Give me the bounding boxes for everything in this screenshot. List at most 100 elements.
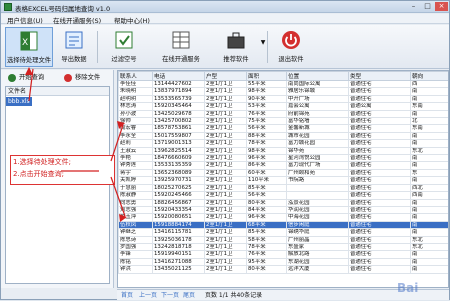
- play-icon: [8, 74, 16, 82]
- table-cell: 98平米: [246, 87, 287, 96]
- table-cell: 刘志强: [118, 205, 153, 215]
- table-row[interactable]: 李锋 15919940151 2室1厅1卫 76平米 解放北路 普通住宅南: [118, 250, 448, 259]
- table-row[interactable]: 周宏睿 18578753861 2室1厅1卫 56平米 金馨新城 普通住宅 东南: [118, 124, 448, 133]
- table-cell: 南: [410, 250, 448, 259]
- table-cell: 南: [410, 131, 448, 141]
- table-row[interactable]: 孙小波 13425029678 2室1厅1卫 76平米 府前锦苑 普通住宅南: [118, 109, 448, 119]
- table-cell: 伍秋凤: [118, 220, 153, 230]
- toolbar: X 选择待处理文件 导出数据 过滤空号 在线开通服务 推荐软件 ▼ 退出软件: [1, 25, 449, 69]
- table-row[interactable]: 朱晓明 13837971894 2室1厅1卫 98平米 雅居乐锦城 普通住宅南: [118, 87, 448, 96]
- table-cell: 远洋大厦: [286, 265, 349, 274]
- export-data-button[interactable]: 导出数据: [57, 27, 91, 67]
- table-row[interactable]: 向志勇 18826456867 2室1厅1卫 80平米 泓景花园 普通住宅南: [118, 198, 448, 207]
- table-row[interactable]: 钟洪 13435021125 2室1厅1卫 80平米 远洋大厦 普通住宅南: [118, 265, 448, 274]
- instruction-step-2: 2.点击开始查询;: [13, 170, 65, 178]
- column-header[interactable]: 类型: [348, 71, 411, 81]
- toolbar-divider: [267, 31, 268, 63]
- recommend-dropdown[interactable]: ▼: [259, 27, 267, 67]
- table-cell: 南: [410, 176, 448, 185]
- prev-page-link[interactable]: 上一页: [139, 290, 157, 301]
- table-row[interactable]: 陈铭 13416271088 2室1厅1卫 95平米 东湖花园 普通住宅南: [118, 257, 448, 267]
- file-list[interactable]: 文件名 bbb.xls 1.选择待处理文件; 2.点击开始查询;: [5, 86, 115, 284]
- table-cell: 孙小波: [118, 109, 153, 119]
- column-header[interactable]: 朝向: [410, 71, 448, 81]
- table-cell: 18826456867: [152, 198, 205, 207]
- table-cell: 2室1厅1卫: [204, 191, 247, 200]
- table-cell: 13416115781: [152, 228, 205, 237]
- table-row[interactable]: 黄玉萍 15920080651 2室1厅1卫 96平米 中海花园 普通住宅南: [118, 213, 448, 222]
- window-title: 表格EXCEL号码归属地查询 v1.0: [15, 5, 111, 13]
- column-header[interactable]: 电话: [152, 71, 205, 81]
- page-info: 页数 1/1 共40条记录: [205, 292, 263, 299]
- table-cell: 2室1厅1卫: [204, 176, 247, 185]
- table-row[interactable]: 蒋宇 13652368089 2室1厅1卫 60平米 广州颐和苑 普通住宅东: [118, 168, 448, 178]
- table-row[interactable]: 陈淑静 15920245466 2室1厅1卫 56平米 普通住宅 西南: [118, 191, 448, 200]
- start-query-button[interactable]: 开始查询: [7, 72, 51, 83]
- table-row[interactable]: 林志涛 15920345464 2室1厅1卫 53平米 嘉会公寓 普通公寓 东南: [118, 102, 448, 111]
- table-cell: 55平米: [246, 79, 287, 89]
- table-cell: 15920245466: [152, 191, 205, 200]
- table-cell: 嘉会公寓: [286, 102, 349, 111]
- results-grid[interactable]: 联系人 电话 户型 面积 位置 类型 朝向 李佳佳 13144427602 2室1厅1卫 55平米…: [117, 70, 449, 288]
- table-row[interactable]: 钟继芝 13416115781 2室1厅1卫 85平米 锦绣华庭 普通住宅南: [118, 228, 448, 237]
- table-cell: 80平米: [246, 198, 287, 207]
- file-item[interactable]: bbb.xls: [6, 97, 32, 106]
- table-cell: 普通住宅: [348, 250, 411, 259]
- first-page-link[interactable]: 首页: [121, 290, 133, 301]
- table-cell: 南: [410, 139, 448, 148]
- table-cell: 2室1厅1卫: [204, 265, 247, 274]
- last-page-link[interactable]: 尾页: [183, 290, 195, 301]
- table-cell: 13144427602: [152, 79, 205, 89]
- table-cell: 2室1厅1卫: [204, 183, 247, 193]
- table-cell: 2室1厅1卫: [204, 205, 247, 215]
- table-row[interactable]: 李艳 18476660609 2室1厅1卫 96平米 星河湾悦公园 普通住宅南: [118, 154, 448, 163]
- filter-empty-label: 过滤空号: [111, 56, 137, 63]
- table-row[interactable]: 赵明玥 13533565739 2室1厅1卫 90平米 中开广场 普通住宅南: [118, 94, 448, 104]
- exit-button[interactable]: 退出软件: [273, 27, 309, 67]
- table-row[interactable]: 伍秋凤 15918884174 2室1厅1卫 68平米 信步闲庭 普通住宅南: [118, 220, 448, 230]
- next-page-link[interactable]: 下一页: [161, 290, 179, 301]
- table-row[interactable]: 赵莉 13719001313 2室1厅1卫 78平米 富力城花园 普通住宅南: [118, 139, 448, 148]
- table-row[interactable]: 李永全 15017559807 2室1厅1卫 88平米 城市花园 普通住宅南: [118, 131, 448, 141]
- table-cell: 15017559807: [152, 131, 205, 141]
- table-row[interactable]: 关凯婷 13925970731 2室1厅1卫 110平米 书院路 普通住宅南: [118, 176, 448, 185]
- table-cell: 13837971894: [152, 87, 205, 96]
- minimize-button[interactable]: –: [407, 2, 420, 11]
- filter-empty-button[interactable]: 过滤空号: [103, 27, 145, 67]
- table-row[interactable]: 陈思诗 13925036178 2室1厅1卫 58平米 广州丽晶 普通住宅 东北: [118, 235, 448, 244]
- menu-online-service[interactable]: 在线开通服务(S): [53, 15, 101, 25]
- table-cell: 李艳: [118, 154, 153, 163]
- table-cell: 普通住宅: [348, 168, 411, 178]
- table-row[interactable]: 王淑云 13962825514 2室1厅1卫 98平米 锦华苑 普通住宅 东北: [118, 146, 448, 156]
- column-header[interactable]: 联系人: [118, 71, 153, 81]
- table-cell: 13925970731: [152, 176, 205, 185]
- menu-user-info[interactable]: 用户信息(U): [7, 15, 43, 25]
- table-row[interactable]: 罗国强 13242818718 2室1厅1卫 78平米 东盛家 普通住宅 东北: [118, 242, 448, 252]
- power-icon: [282, 31, 300, 49]
- table-row[interactable]: 徐帅 13425700802 2室1厅1卫 75平米 富华铭墙 普通住宅北: [118, 117, 448, 126]
- close-button[interactable]: ×: [435, 2, 448, 11]
- table-cell: 西北: [410, 183, 448, 193]
- file-list-header: 文件名: [6, 87, 109, 96]
- table-row[interactable]: 于慧丽 18025270625 2室1厅1卫 85平米 普通住宅 西北: [118, 183, 448, 193]
- column-header[interactable]: 面积: [246, 71, 287, 81]
- table-cell: 林志涛: [118, 102, 153, 111]
- table-cell: 2室1厅1卫: [204, 102, 247, 111]
- maximize-button[interactable]: □: [421, 2, 434, 11]
- column-header[interactable]: 户型: [204, 71, 247, 81]
- table-cell: 李佳佳: [118, 79, 153, 89]
- table-cell: 南: [410, 228, 448, 237]
- title-bar: 表格EXCEL号码归属地查询 v1.0 – □ ×: [1, 1, 449, 13]
- table-cell: 于慧丽: [118, 183, 153, 193]
- select-file-button[interactable]: X 选择待处理文件: [5, 27, 53, 67]
- remove-file-button[interactable]: 移除文件: [63, 72, 109, 83]
- table-row[interactable]: 刘志强 15920433354 2室1厅1卫 84平米 华润花园 普通住宅南: [118, 205, 448, 215]
- column-header[interactable]: 位置: [286, 71, 349, 81]
- table-row[interactable]: 李佳佳 13144427602 2室1厅1卫 55平米 南尚国际公寓 普通住宅西: [118, 79, 448, 89]
- online-service-button[interactable]: 在线开通服务: [153, 27, 209, 67]
- recommend-software-button[interactable]: 推荐软件: [215, 27, 257, 67]
- menu-help[interactable]: 帮助中心(H): [114, 15, 150, 25]
- table-row[interactable]: 钟秀莲 13533135359 2室1厅1卫 86平米 富力现代广场 普通住宅南: [118, 161, 448, 170]
- table-cell: 普通住宅: [348, 191, 411, 200]
- table-cell: 78平米: [246, 139, 287, 148]
